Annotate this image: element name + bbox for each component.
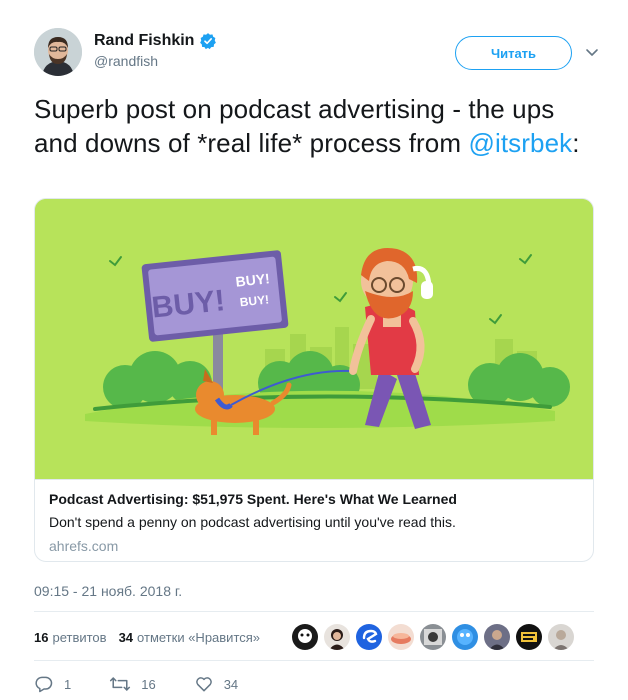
- retweets-count: 16: [34, 629, 49, 645]
- likers-avatars: [292, 624, 580, 650]
- reply-count: 1: [64, 676, 72, 692]
- author-display-name[interactable]: Rand Fishkin: [94, 32, 194, 50]
- liker-avatar[interactable]: [420, 624, 446, 650]
- divider-top: [34, 611, 594, 612]
- link-preview-card[interactable]: BUY! BUY! BUY! Podcast Advertising: $51,…: [34, 198, 594, 562]
- reply-icon: [35, 676, 53, 693]
- retweet-button[interactable]: 16: [109, 674, 156, 694]
- retweet-count: 16: [141, 676, 156, 692]
- tweet-text-end: :: [572, 128, 580, 158]
- retweets-label: ретвитов: [52, 629, 107, 645]
- card-image[interactable]: BUY! BUY! BUY!: [35, 199, 593, 479]
- tweet-text: Superb post on podcast advertising - the…: [34, 92, 604, 160]
- retweets-stat[interactable]: 16 ретвитов: [34, 630, 107, 645]
- author-handle[interactable]: @randfish: [94, 53, 217, 69]
- likes-stat[interactable]: 34 отметки «Нравится»: [119, 630, 260, 645]
- tweet-header: Rand Fishkin @randfish Читать: [34, 28, 604, 80]
- card-domain: ahrefs.com: [49, 538, 119, 554]
- follow-button[interactable]: Читать: [455, 36, 572, 70]
- verified-badge-icon: [200, 33, 217, 50]
- author-name-block: Rand Fishkin @randfish: [94, 32, 217, 69]
- liker-avatar[interactable]: [324, 624, 350, 650]
- liker-avatar[interactable]: [292, 624, 318, 650]
- reply-button[interactable]: 1: [34, 674, 71, 694]
- liker-avatar[interactable]: [548, 624, 574, 650]
- card-illustration: BUY! BUY! BUY!: [35, 199, 593, 479]
- tweet-stats: 16 ретвитов 34 отметки «Нравится»: [34, 623, 272, 651]
- liker-avatar[interactable]: [388, 624, 414, 650]
- author-avatar[interactable]: [34, 28, 82, 76]
- chevron-down-icon[interactable]: [582, 42, 602, 62]
- liker-avatar[interactable]: [356, 624, 382, 650]
- liker-avatar[interactable]: [516, 624, 542, 650]
- liker-avatar[interactable]: [484, 624, 510, 650]
- mention-link[interactable]: @itsrbek: [468, 128, 572, 158]
- like-button[interactable]: 34: [194, 674, 238, 694]
- likes-label: отметки «Нравится»: [137, 629, 261, 645]
- card-description: Don't spend a penny on podcast advertisi…: [49, 514, 456, 530]
- liker-avatar[interactable]: [452, 624, 478, 650]
- like-count: 34: [223, 676, 239, 692]
- tweet-timestamp[interactable]: 09:15 - 21 нояб. 2018 г.: [34, 583, 182, 599]
- card-text-block: Podcast Advertising: $51,975 Spent. Here…: [35, 479, 593, 561]
- tweet-actions: 1 16 34: [34, 674, 276, 694]
- divider-bottom: [34, 660, 594, 661]
- retweet-icon: [110, 677, 131, 691]
- card-title: Podcast Advertising: $51,975 Spent. Here…: [49, 491, 457, 507]
- likes-count: 34: [118, 629, 134, 645]
- heart-icon: [195, 677, 212, 692]
